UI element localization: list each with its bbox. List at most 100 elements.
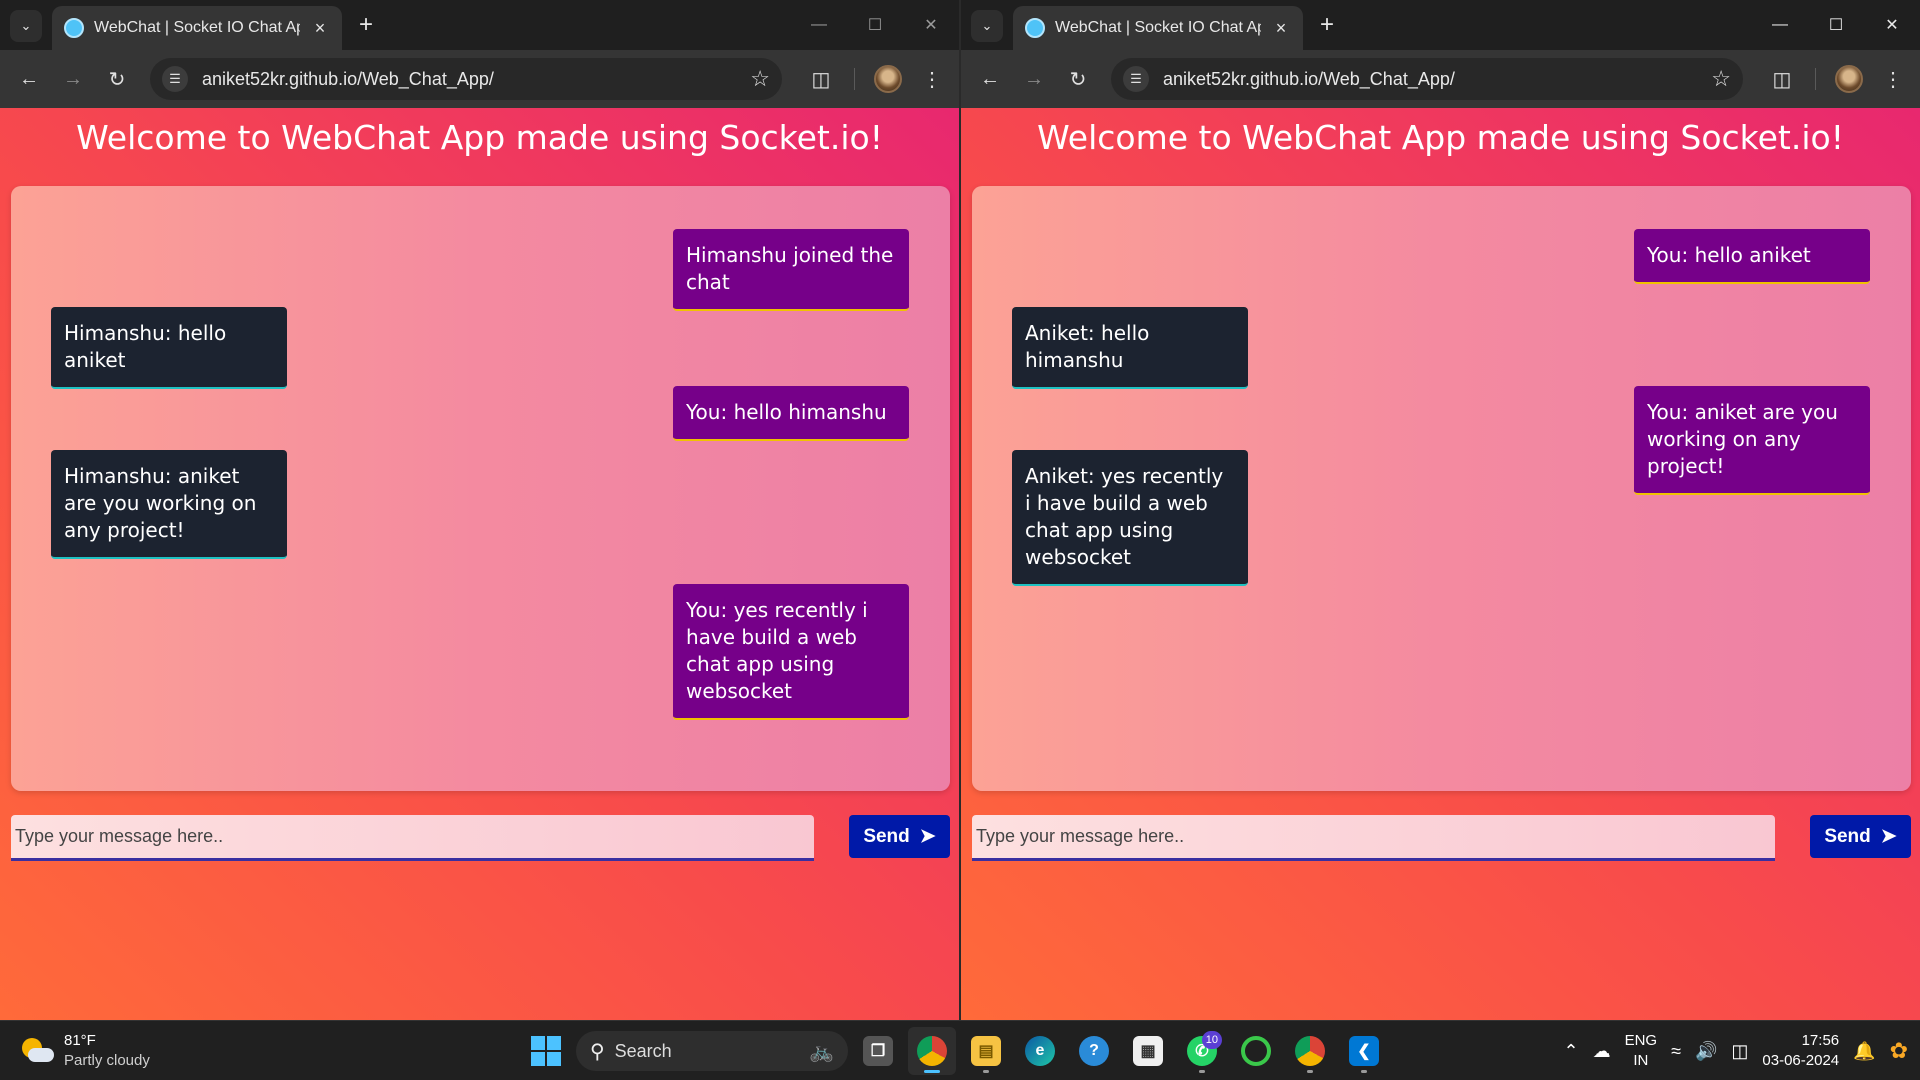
browser-tab[interactable]: WebChat | Socket IO Chat App × (52, 6, 342, 50)
send-button-label: Send (863, 825, 910, 847)
battery-icon[interactable]: ◫ (1731, 1041, 1748, 1062)
back-button[interactable]: ← (973, 62, 1007, 96)
menu-icon[interactable]: ⋮ (915, 62, 949, 96)
chrome-icon (1295, 1036, 1325, 1066)
extensions-icon[interactable]: ◫ (1765, 62, 1799, 96)
favicon-icon (1025, 18, 1045, 38)
send-button-label: Send (1824, 825, 1871, 847)
store-icon: ▦ (1133, 1036, 1163, 1066)
reload-button[interactable]: ↻ (1061, 62, 1095, 96)
site-info-icon[interactable]: ☰ (162, 66, 188, 92)
chevron-up-icon[interactable]: ⌃ (1563, 1041, 1578, 1062)
chat-message-self: You: hello himanshu (673, 386, 909, 441)
volume-icon[interactable]: 🔊 (1695, 1041, 1717, 1062)
chat-messages-container[interactable]: You: hello aniket Aniket: hello himanshu… (972, 186, 1911, 791)
message-form: Send ➤ (0, 815, 959, 865)
toolbar-divider (854, 68, 855, 90)
maximize-button[interactable]: ☐ (847, 0, 903, 50)
onedrive-icon[interactable]: ☁ (1593, 1041, 1611, 1062)
message-form: Send ➤ (961, 815, 1920, 865)
chrome-icon (917, 1036, 947, 1066)
chat-message-other: Himanshu: hello aniket (51, 307, 287, 389)
taskbar-apps: ⚲ Search 🚲 ❐ ▤ e ? ▦ ✆ 10 ❮ (522, 1027, 1388, 1075)
url-text[interactable]: aniket52kr.github.io/Web_Chat_App/ (202, 69, 750, 90)
maximize-button[interactable]: ☐ (1808, 0, 1864, 50)
wifi-icon[interactable]: ≈ (1671, 1041, 1681, 1062)
paper-plane-icon: ➤ (919, 826, 936, 847)
taskbar-chrome-profile[interactable] (1286, 1027, 1334, 1075)
tips-icon: ? (1079, 1036, 1109, 1066)
send-button[interactable]: Send ➤ (1810, 815, 1911, 858)
address-bar[interactable]: ☰ aniket52kr.github.io/Web_Chat_App/ ☆ (150, 58, 782, 100)
edge-icon: e (1025, 1036, 1055, 1066)
minimize-button[interactable]: — (1752, 0, 1808, 50)
browser-window-right: ⌄ WebChat | Socket IO Chat App × + — ☐ ✕… (961, 0, 1920, 1020)
taskbar-circle-app[interactable] (1232, 1027, 1280, 1075)
taskbar-chrome-active[interactable] (908, 1027, 956, 1075)
copilot-icon[interactable]: ✿ (1890, 1038, 1908, 1064)
minimize-button[interactable]: — (791, 0, 847, 50)
chat-message-self: You: hello aniket (1634, 229, 1870, 284)
bookmark-star-icon[interactable]: ☆ (1711, 66, 1731, 92)
taskbar-vscode[interactable]: ❮ (1340, 1027, 1388, 1075)
vscode-icon: ❮ (1349, 1036, 1379, 1066)
new-tab-button[interactable]: + (352, 12, 380, 40)
bookmark-star-icon[interactable]: ☆ (750, 66, 770, 92)
forward-button[interactable]: → (1017, 62, 1051, 96)
site-info-icon[interactable]: ☰ (1123, 66, 1149, 92)
browser-window-left: ⌄ WebChat | Socket IO Chat App × + — ☐ ✕… (0, 0, 959, 1020)
page-title: Welcome to WebChat App made using Socket… (1037, 118, 1844, 157)
menu-icon[interactable]: ⋮ (1876, 62, 1910, 96)
tab-search-button[interactable]: ⌄ (10, 10, 42, 42)
back-button[interactable]: ← (12, 62, 46, 96)
task-view-button[interactable]: ❐ (854, 1027, 902, 1075)
language-indicator[interactable]: ENG IN (1625, 1031, 1658, 1071)
tab-title: WebChat | Socket IO Chat App (1055, 19, 1261, 36)
toolbar-divider (1815, 68, 1816, 90)
chat-message-other: Aniket: hello himanshu (1012, 307, 1248, 389)
chat-messages-container[interactable]: Himanshu joined the chat Himanshu: hello… (11, 186, 950, 791)
clock-time: 17:56 (1801, 1032, 1840, 1049)
tab-search-button[interactable]: ⌄ (971, 10, 1003, 42)
send-button[interactable]: Send ➤ (849, 815, 950, 858)
taskbar-search[interactable]: ⚲ Search 🚲 (576, 1031, 848, 1071)
message-input[interactable] (972, 815, 1775, 861)
profile-avatar[interactable] (1835, 65, 1863, 93)
system-tray: ⌃ ☁ ENG IN ≈ 🔊 ◫ 17:56 03-06-2024 🔔 ✿ (1563, 1021, 1920, 1080)
close-window-button[interactable]: ✕ (1864, 0, 1920, 50)
tab-bar: ⌄ WebChat | Socket IO Chat App × + — ☐ ✕ (0, 0, 959, 50)
chat-page: Welcome to WebChat App made using Socket… (0, 108, 959, 1020)
taskbar-file-explorer[interactable]: ▤ (962, 1027, 1010, 1075)
taskbar-edge[interactable]: e (1016, 1027, 1064, 1075)
taskbar-whatsapp[interactable]: ✆ 10 (1178, 1027, 1226, 1075)
taskbar-store[interactable]: ▦ (1124, 1027, 1172, 1075)
window-controls: — ☐ ✕ (1752, 0, 1920, 50)
weather-widget[interactable]: 81°F Partly cloudy (20, 1031, 150, 1071)
weather-condition: Partly cloudy (64, 1052, 150, 1069)
task-view-icon: ❐ (863, 1036, 893, 1066)
browser-tab[interactable]: WebChat | Socket IO Chat App × (1013, 6, 1303, 50)
message-input[interactable] (11, 815, 814, 861)
notification-bell-icon[interactable]: 🔔 (1853, 1041, 1875, 1062)
tab-title: WebChat | Socket IO Chat App (94, 19, 300, 36)
windows-logo-icon (522, 1027, 570, 1075)
close-tab-icon[interactable]: × (1271, 18, 1291, 39)
address-bar[interactable]: ☰ aniket52kr.github.io/Web_Chat_App/ ☆ (1111, 58, 1743, 100)
paper-plane-icon: ➤ (1880, 826, 1897, 847)
start-button[interactable] (522, 1027, 570, 1075)
forward-button[interactable]: → (56, 62, 90, 96)
chat-message-self: You: aniket are you working on any proje… (1634, 386, 1870, 495)
language-code: ENG (1624, 1032, 1658, 1049)
profile-avatar[interactable] (874, 65, 902, 93)
partly-cloudy-icon (20, 1036, 54, 1066)
close-window-button[interactable]: ✕ (903, 0, 959, 50)
taskbar-tips[interactable]: ? (1070, 1027, 1118, 1075)
reload-button[interactable]: ↻ (100, 62, 134, 96)
search-icon: ⚲ (590, 1040, 605, 1063)
url-text[interactable]: aniket52kr.github.io/Web_Chat_App/ (1163, 69, 1711, 90)
clock[interactable]: 17:56 03-06-2024 (1762, 1031, 1839, 1071)
close-tab-icon[interactable]: × (310, 18, 330, 39)
chat-message-self: Himanshu joined the chat (673, 229, 909, 311)
new-tab-button[interactable]: + (1313, 12, 1341, 40)
extensions-icon[interactable]: ◫ (804, 62, 838, 96)
